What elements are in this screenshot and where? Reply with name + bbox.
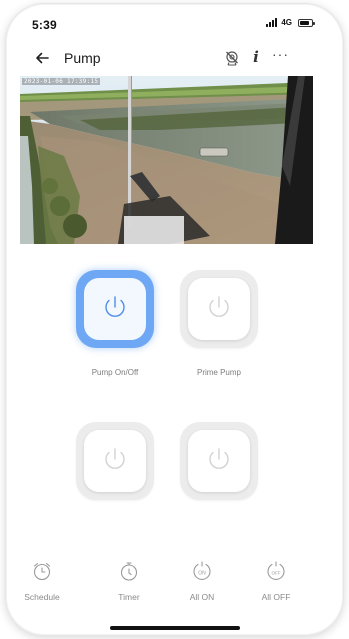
all-on-tab[interactable]: ON All ON	[172, 560, 232, 606]
prime-pump-button[interactable]	[180, 270, 258, 348]
switch-4-button[interactable]	[180, 422, 258, 500]
all-off-glyph: OFF	[272, 571, 281, 576]
stopwatch-icon	[120, 562, 138, 581]
camera-timestamp: 2023-01-06 17:39:15	[22, 78, 101, 85]
power-icon	[105, 448, 125, 469]
camera-feed[interactable]: 2023-01-06 17:39:15	[20, 76, 313, 244]
pump-on-off-label: Pump On/Off	[91, 368, 139, 377]
bottom-action-bar: Schedule Timer ON All ON OFF All OFF	[6, 560, 343, 610]
timer-tab[interactable]: Timer	[99, 560, 159, 606]
all-off-tab[interactable]: OFF All OFF	[246, 560, 306, 606]
page-title: Pump	[64, 50, 101, 66]
battery-icon	[298, 18, 315, 27]
schedule-label: Schedule	[24, 592, 60, 602]
pump-on-off-button[interactable]	[76, 270, 154, 348]
header: Pump i ···	[6, 42, 343, 74]
more-icon[interactable]: ···	[272, 46, 289, 62]
network-type: 4G	[281, 18, 292, 27]
home-indicator[interactable]	[110, 626, 240, 630]
signal-icon	[266, 18, 278, 27]
camera-off-icon[interactable]	[224, 50, 240, 66]
all-on-glyph: ON	[198, 571, 206, 577]
alarm-clock-icon	[33, 562, 51, 581]
power-icon	[105, 296, 125, 317]
all-on-icon: ON	[193, 561, 211, 580]
status-time: 5:39	[32, 18, 57, 32]
switch-3-button[interactable]	[76, 422, 154, 500]
all-off-icon: OFF	[267, 561, 285, 580]
timer-label: Timer	[118, 592, 140, 602]
status-bar: 5:39 4G	[6, 4, 343, 40]
power-icon	[209, 448, 229, 469]
info-icon[interactable]: i	[250, 48, 262, 66]
prime-pump-label: Prime Pump	[196, 368, 241, 377]
all-on-label: All ON	[189, 592, 215, 602]
camera-image	[20, 76, 313, 244]
status-indicators: 4G	[266, 18, 315, 27]
power-icon	[209, 296, 229, 317]
phone-frame: 5:39 4G Pump i ··· 2023-01-06 17:39:15 P…	[6, 4, 343, 635]
all-off-label: All OFF	[261, 592, 291, 602]
schedule-tab[interactable]: Schedule	[12, 560, 72, 606]
back-arrow-icon[interactable]	[34, 50, 50, 66]
